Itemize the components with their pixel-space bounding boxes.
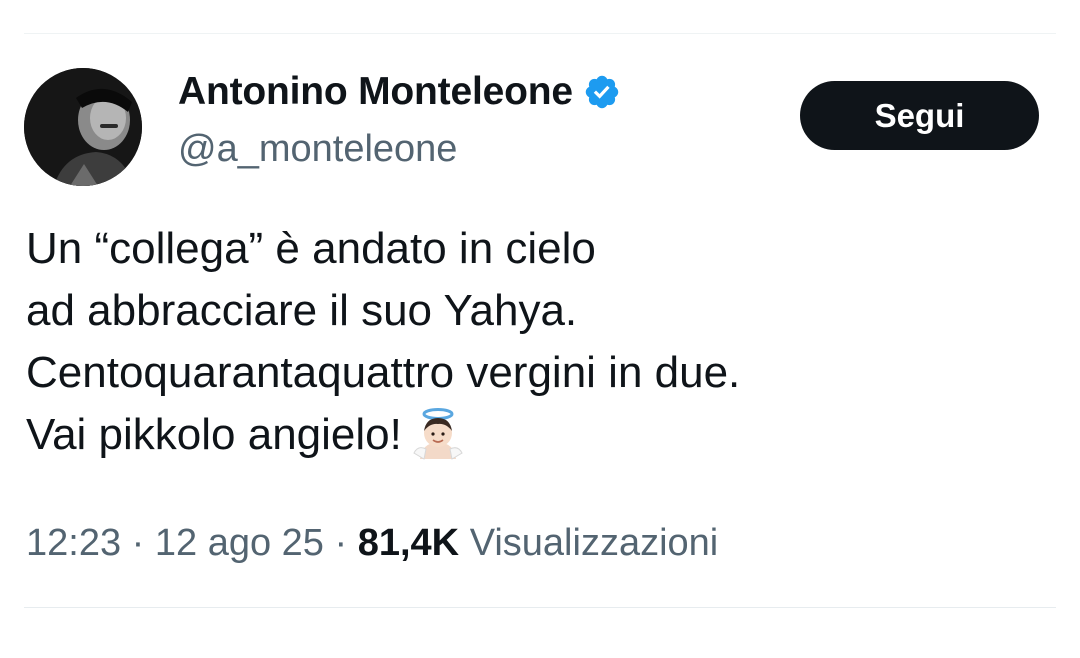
verified-badge-icon — [583, 73, 621, 111]
baby-angel-emoji-icon — [410, 405, 466, 461]
tweet-line-last: Vai pikkolo angielo! — [26, 404, 1056, 466]
views-label: Visualizzazioni — [469, 522, 719, 564]
avatar[interactable] — [24, 68, 142, 186]
tweet-meta: 12:23 · 12 ago 25 · 81,4K Visualizzazion… — [26, 522, 718, 565]
meta-separator: · — [323, 522, 358, 564]
top-divider — [24, 33, 1056, 34]
views-count: 81,4K — [357, 522, 460, 564]
author-name-row: Antonino Monteleone — [178, 70, 621, 114]
tweet-line: ad abbracciare il suo Yahya. — [26, 286, 578, 335]
author-handle[interactable]: @a_monteleone — [178, 128, 457, 171]
tweet-line: Un “collega” è andato in cielo — [26, 224, 596, 273]
bottom-divider — [24, 607, 1056, 608]
tweet-line: Centoquarantaquattro vergini in due. — [26, 348, 741, 397]
tweet-time[interactable]: 12:23 — [26, 522, 121, 564]
avatar-photo — [24, 68, 142, 186]
meta-separator: · — [121, 522, 155, 564]
author-display-name[interactable]: Antonino Monteleone — [178, 70, 573, 114]
tweet-line-text: Vai pikkolo angielo! — [26, 410, 402, 459]
tweet-date[interactable]: 12 ago 25 — [155, 522, 324, 564]
tweet-text: Un “collega” è andato in cielo ad abbrac… — [26, 218, 1056, 466]
follow-button[interactable]: Segui — [800, 81, 1039, 150]
